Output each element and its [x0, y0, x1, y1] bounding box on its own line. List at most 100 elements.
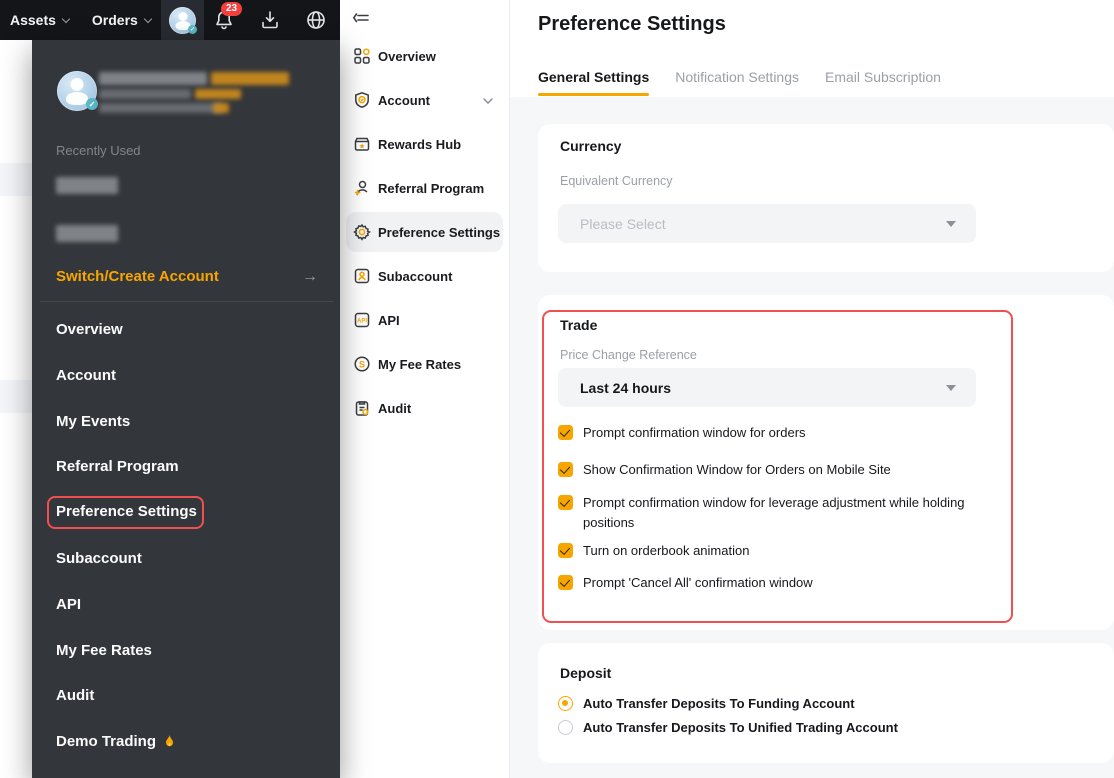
equivalent-currency-select[interactable]: Please Select: [558, 204, 976, 243]
sidebar-item-label: Account: [378, 93, 430, 108]
dropdown-arrow-icon: [946, 385, 956, 391]
checkbox-cancel-all-confirmation[interactable]: Prompt 'Cancel All' confirmation window: [558, 573, 813, 593]
menu-item-my-fee-rates[interactable]: My Fee Rates: [56, 641, 152, 661]
checkbox-checked-icon: [558, 462, 573, 477]
menu-item-referral-program[interactable]: Referral Program: [56, 457, 179, 477]
blurred-account-name: [56, 225, 118, 242]
checkbox-label: Prompt 'Cancel All' confirmation window: [583, 573, 813, 593]
audit-icon: [353, 399, 371, 417]
sidebar-item-label: Subaccount: [378, 269, 452, 284]
sidebar-item-overview[interactable]: Overview: [346, 36, 503, 76]
switch-create-account-button[interactable]: Switch/Create Account →: [56, 268, 318, 285]
sidebar-item-subaccount[interactable]: Subaccount: [346, 256, 503, 296]
subaccount-icon: [353, 267, 371, 285]
sidebar-item-label: API: [378, 313, 400, 328]
nav-assets[interactable]: Assets: [10, 12, 70, 28]
radio-selected-icon: [558, 696, 573, 711]
menu-item-api[interactable]: API: [56, 595, 81, 615]
recently-used-item[interactable]: [56, 225, 118, 242]
radio-auto-transfer-unified[interactable]: Auto Transfer Deposits To Unified Tradin…: [558, 720, 898, 735]
radio-label: Auto Transfer Deposits To Unified Tradin…: [583, 720, 898, 735]
menu-item-overview[interactable]: Overview: [56, 320, 123, 340]
nav-orders-label: Orders: [92, 12, 138, 28]
nav-orders[interactable]: Orders: [92, 12, 152, 28]
select-placeholder: Please Select: [580, 216, 666, 232]
referral-icon: [353, 179, 371, 197]
blurred-account-name: [56, 177, 118, 194]
sidebar-item-referral-program[interactable]: Referral Program: [346, 168, 503, 208]
menu-item-account[interactable]: Account: [56, 366, 116, 386]
svg-text:S: S: [359, 359, 365, 369]
divider: [40, 301, 333, 302]
grid-icon: [353, 47, 371, 65]
sidebar-item-preference-settings[interactable]: Preference Settings: [346, 212, 503, 252]
menu-item-label: Demo Trading: [56, 732, 156, 752]
radio-auto-transfer-funding[interactable]: Auto Transfer Deposits To Funding Accoun…: [558, 696, 855, 711]
collapse-sidebar-icon[interactable]: [351, 8, 373, 30]
menu-item-label: Account: [56, 366, 116, 386]
checkbox-label: Show Confirmation Window for Orders on M…: [583, 460, 891, 480]
sidebar-item-label: Preference Settings: [378, 225, 500, 240]
blurred-username: [99, 72, 207, 85]
menu-item-my-events[interactable]: My Events: [56, 412, 130, 432]
sidebar-item-my-fee-rates[interactable]: S My Fee Rates: [346, 344, 503, 384]
notification-count-badge: 23: [221, 2, 242, 16]
nav-assets-label: Assets: [10, 12, 56, 28]
rewards-icon: [353, 135, 371, 153]
tab-general-settings[interactable]: General Settings: [538, 69, 649, 91]
shield-icon: [353, 91, 371, 109]
sidebar-item-label: My Fee Rates: [378, 357, 461, 372]
blurred-uid: [99, 89, 191, 99]
switch-create-account-label: Switch/Create Account: [56, 268, 219, 285]
settings-sidebar: Overview Account: [340, 0, 509, 778]
flame-icon: [163, 734, 176, 750]
sidebar-item-audit[interactable]: Audit: [346, 388, 503, 428]
recently-used-item[interactable]: [56, 177, 118, 194]
arrow-right-icon: →: [302, 268, 318, 286]
checkbox-prompt-confirmation-orders[interactable]: Prompt confirmation window for orders: [558, 423, 806, 443]
menu-item-label: Referral Program: [56, 457, 179, 477]
menu-item-label: My Fee Rates: [56, 641, 152, 661]
menu-item-label: Subaccount: [56, 549, 142, 569]
avatar: ✓: [169, 7, 196, 34]
user-profile-summary[interactable]: ✓: [57, 70, 317, 114]
sidebar-item-label: Audit: [378, 401, 411, 416]
menu-item-subaccount[interactable]: Subaccount: [56, 549, 142, 569]
menu-item-demo-trading[interactable]: Demo Trading: [56, 732, 176, 752]
account-dropdown-panel: ✓ Recently Used Switch/Create Account → …: [32, 40, 340, 778]
settings-tabs: General Settings Notification Settings E…: [538, 69, 941, 91]
sidebar-item-label: Overview: [378, 49, 436, 64]
sidebar-item-api[interactable]: API API: [346, 300, 503, 340]
background-row: [0, 380, 32, 413]
sidebar-item-label: Rewards Hub: [378, 137, 461, 152]
blurred-tag: [213, 103, 229, 113]
menu-item-preference-settings[interactable]: Preference Settings: [56, 502, 197, 522]
sidebar-item-rewards-hub[interactable]: Rewards Hub: [346, 124, 503, 164]
tab-email-subscription[interactable]: Email Subscription: [825, 69, 941, 91]
menu-item-audit[interactable]: Audit: [56, 686, 94, 706]
trade-card: Trade Price Change Reference Last 24 hou…: [538, 295, 1114, 630]
price-change-reference-select[interactable]: Last 24 hours: [558, 368, 976, 407]
dropdown-arrow-icon: [946, 221, 956, 227]
download-icon[interactable]: [258, 8, 282, 32]
user-avatar-button[interactable]: ✓: [161, 0, 204, 40]
radio-label: Auto Transfer Deposits To Funding Accoun…: [583, 696, 855, 711]
checkbox-prompt-leverage-adjustment[interactable]: Prompt confirmation window for leverage …: [558, 493, 983, 533]
blurred-email: [99, 103, 223, 113]
language-globe-icon[interactable]: [304, 8, 328, 32]
checkbox-orderbook-animation[interactable]: Turn on orderbook animation: [558, 541, 749, 561]
equivalent-currency-label: Equivalent Currency: [560, 174, 673, 188]
checkbox-checked-icon: [558, 575, 573, 590]
background-page-strip: [0, 40, 32, 778]
gear-icon: [353, 223, 371, 241]
deposit-heading: Deposit: [560, 665, 611, 681]
chevron-down-icon: [144, 14, 152, 22]
checkbox-show-confirmation-mobile[interactable]: Show Confirmation Window for Orders on M…: [558, 460, 891, 480]
checkbox-checked-icon: [558, 425, 573, 440]
menu-item-label: My Events: [56, 412, 130, 432]
menu-item-label: Preference Settings: [56, 502, 197, 522]
tab-notification-settings[interactable]: Notification Settings: [675, 69, 799, 91]
sidebar-item-account[interactable]: Account: [346, 80, 503, 120]
checkbox-checked-icon: [558, 543, 573, 558]
background-row: [0, 163, 32, 196]
